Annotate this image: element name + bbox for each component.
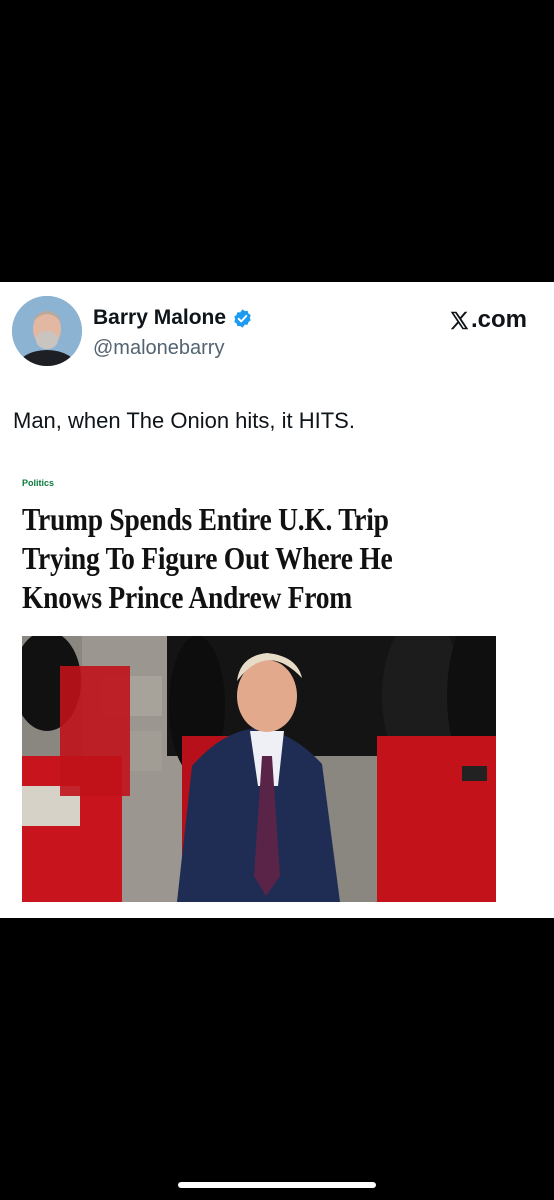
- article-photo[interactable]: [22, 636, 496, 902]
- site-label: .com: [449, 306, 527, 334]
- article-photo-image: [22, 636, 496, 902]
- home-indicator[interactable]: [178, 1182, 376, 1188]
- avatar[interactable]: [12, 296, 82, 366]
- site-text: .com: [470, 306, 527, 333]
- author-handle[interactable]: @malonebarry: [93, 337, 224, 360]
- article-section: Politics: [22, 478, 55, 488]
- author-name[interactable]: Barry Malone: [93, 306, 226, 330]
- avatar-image: [12, 296, 82, 366]
- tweet-text: Man, when The Onion hits, it HITS.: [13, 408, 355, 433]
- author-row: Barry Malone: [93, 306, 253, 330]
- verified-badge-icon: [234, 308, 251, 328]
- x-logo-icon: [450, 311, 469, 329]
- article-headline: Trump Spends Entire U.K. Trip Trying To …: [22, 501, 393, 615]
